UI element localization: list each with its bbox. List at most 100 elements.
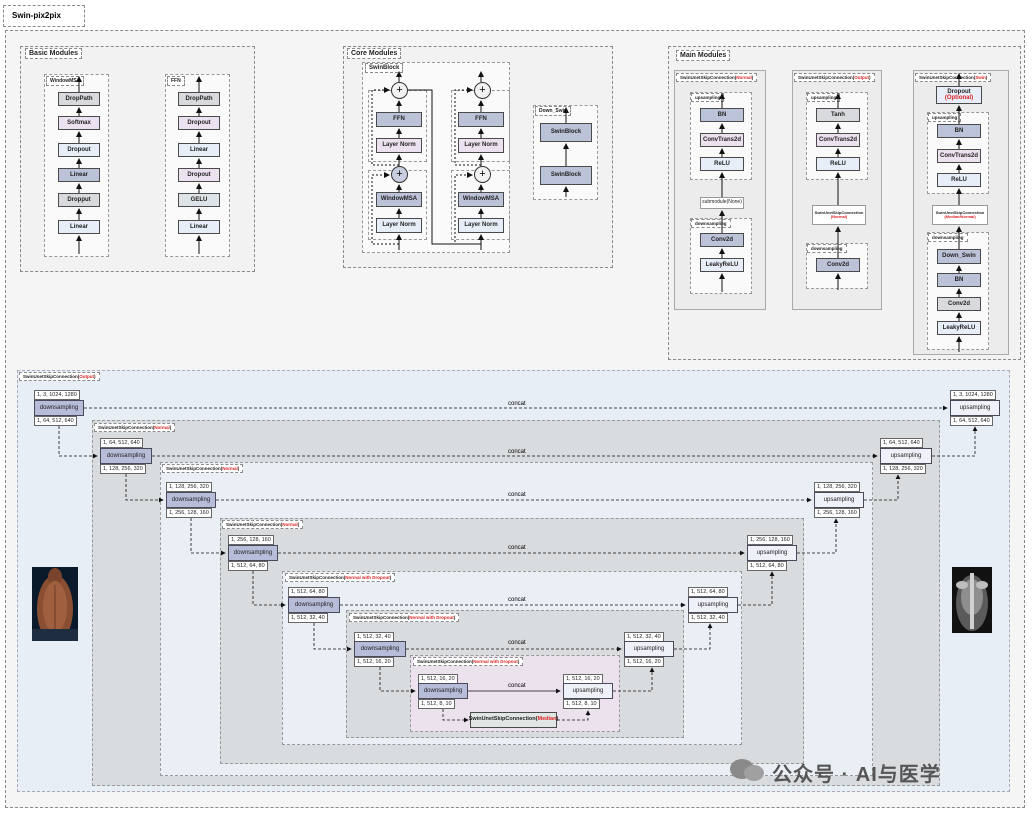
main-normal-conv2d: Conv2d xyxy=(700,233,744,247)
main-swin-down-tag: downsampling xyxy=(928,233,968,242)
downswin-panel xyxy=(533,105,598,200)
l5-downsampling: downsampling xyxy=(354,641,406,657)
watermark-text: 公众号 · AI与医学 xyxy=(772,764,941,786)
swinblock-title: SwinBlock xyxy=(365,63,404,73)
main-normal-relu: ReLU xyxy=(700,157,744,171)
l4-upsampling: upsampling xyxy=(688,597,738,613)
main-normal-submodule: submodule(None) xyxy=(700,197,744,209)
main-normal-down-panel xyxy=(690,218,752,294)
watermark-logo-icon xyxy=(728,757,766,783)
l2-upsampling: upsampling xyxy=(814,492,864,508)
downswin-swinblock-bottom: SwinBlock xyxy=(540,166,592,185)
swinblock-left-windowmsa: WindowMSA xyxy=(376,192,422,207)
ffn-gelu: GELU xyxy=(178,193,220,207)
l6-up-out-shape: 1, 512, 8, 10 xyxy=(563,699,600,709)
ffn-dropout-bottom: Dropout xyxy=(178,168,220,182)
ffn-linear-bottom: Linear xyxy=(178,220,220,234)
l6-upsampling: upsampling xyxy=(563,683,613,699)
main-output-up-tag: upsampling xyxy=(807,93,841,102)
main-swin-down-swin: Down_Swin xyxy=(937,249,981,264)
l2-in-shape: 1, 128, 256, 320 xyxy=(166,482,212,492)
output-xray xyxy=(956,573,988,631)
main-output-sub: SwinUnetSkipConnection (Normal) xyxy=(812,205,866,225)
main-swin-bn-down: BN xyxy=(937,273,981,287)
concat-label-1: concat xyxy=(508,449,526,455)
l5-upsampling: upsampling xyxy=(624,641,674,657)
ffn-title: FFN xyxy=(167,76,185,86)
windowmsa-softmax: Softmax xyxy=(58,116,100,130)
l2-up-in-shape: 1, 128, 256, 320 xyxy=(814,482,860,492)
l5-up-out-shape: 1, 512, 16, 20 xyxy=(624,657,664,667)
bottom-level-5-title: SwinUnetSkipConnection(Normal with Dropo… xyxy=(349,613,460,622)
windowmsa-droppath: DropPath xyxy=(58,92,100,106)
l0-in-shape: 1, 3, 1024, 1280 xyxy=(34,390,80,400)
l2-downsampling: downsampling xyxy=(166,492,216,508)
bottom-level-4-title: SwinUnetSkipConnection(Normal with Dropo… xyxy=(285,573,396,582)
main-modules-title: Main Modules xyxy=(676,50,731,61)
main-output-tanh: Tanh xyxy=(816,108,860,122)
windowmsa-dropout: Dropout xyxy=(58,143,100,157)
l3-upsampling: upsampling xyxy=(747,545,797,561)
l2-up-out-shape: 1, 256, 128, 160 xyxy=(814,508,860,518)
bottom-level-3-title: SwinUnetSkipConnection(Normal) xyxy=(222,520,304,529)
main-normal-title: SwinUnetSkipConnection(Normal) xyxy=(676,73,758,82)
downswin-swinblock-top: SwinBlock xyxy=(540,123,592,142)
swinblock-right-plus-bottom: + xyxy=(474,166,491,183)
l4-in-shape: 1, 512, 64, 80 xyxy=(288,587,328,597)
l6-out-shape: 1, 512, 8, 10 xyxy=(418,699,455,709)
swinblock-left-layernorm-top: Layer Norm xyxy=(376,138,422,153)
bottom-level-2-title: SwinUnetSkipConnection(Normal) xyxy=(162,464,244,473)
main-output-conv2d: Conv2d xyxy=(816,258,860,272)
swinblock-right-ffn: FFN xyxy=(458,112,504,127)
l1-up-out-shape: 1, 128, 256, 320 xyxy=(880,464,926,474)
concat-label-3: concat xyxy=(508,545,526,551)
l5-out-shape: 1, 512, 16, 20 xyxy=(354,657,394,667)
l4-up-in-shape: 1, 512, 64, 80 xyxy=(688,587,728,597)
ffn-linear-top: Linear xyxy=(178,143,220,157)
ffn-droppath: DropPath xyxy=(178,92,220,106)
main-swin-leakyrelu: LeakyReLU xyxy=(937,321,981,335)
l3-up-out-shape: 1, 512, 64, 80 xyxy=(747,561,787,571)
l0-up-out-shape: 1, 64, 512, 640 xyxy=(950,416,993,426)
l1-up-in-shape: 1, 64, 512, 640 xyxy=(880,438,923,448)
l0-up-in-shape: 1, 3, 1024, 1280 xyxy=(950,390,996,400)
main-output-down-tag: downsampling xyxy=(807,244,847,253)
swinblock-left-plus-top: + xyxy=(391,82,408,99)
main-swin-title: SwinUnetSkipConnection(Swin) xyxy=(915,73,992,82)
l4-downsampling: downsampling xyxy=(288,597,340,613)
swinblock-right-layernorm-top: Layer Norm xyxy=(458,138,504,153)
swinblock-left-ffn: FFN xyxy=(376,112,422,127)
main-output-convtrans: ConvTrans2d xyxy=(816,133,860,147)
windowmsa-title: WindowMSA xyxy=(46,76,85,86)
windowmsa-linear-top: Linear xyxy=(58,168,100,182)
l4-out-shape: 1, 512, 32, 40 xyxy=(288,613,328,623)
l4-up-out-shape: 1, 512, 32, 40 xyxy=(688,613,728,623)
concat-label-2: concat xyxy=(508,492,526,498)
main-swin-dropout: Dropout (Optional) xyxy=(936,86,982,104)
page-title: Swin-pix2pix xyxy=(12,11,61,20)
swinblock-right-windowmsa: WindowMSA xyxy=(458,192,504,207)
concat-label-0: concat xyxy=(508,401,526,407)
main-normal-down-tag: downsampling xyxy=(691,219,731,228)
bottom-level-0-title: SwinUnetSkipConnection(Output) xyxy=(19,372,100,381)
main-normal-up-tag: upsampling xyxy=(691,93,725,102)
l1-downsampling: downsampling xyxy=(100,448,152,464)
l3-up-in-shape: 1, 256, 128, 160 xyxy=(747,535,793,545)
l0-downsampling: downsampling xyxy=(34,400,84,416)
median-block: SwinUnetSkipConnection(Median) xyxy=(469,712,558,728)
l1-in-shape: 1, 64, 512, 640 xyxy=(100,438,143,448)
l0-out-shape: 1, 64, 512, 640 xyxy=(34,416,77,426)
main-swin-convtrans: ConvTrans2d xyxy=(937,149,981,163)
ffn-dropout-top: Dropout xyxy=(178,116,220,130)
swinblock-right-layernorm-bottom: Layer Norm xyxy=(458,218,504,233)
input-back-photo xyxy=(32,568,78,641)
l0-upsampling: upsampling xyxy=(950,400,1000,416)
input-image xyxy=(32,567,78,641)
downswin-title: Down_Swin xyxy=(535,106,572,116)
main-output-relu: ReLU xyxy=(816,157,860,171)
main-swin-bn-up: BN xyxy=(937,124,981,138)
output-image xyxy=(952,567,992,633)
windowmsa-linear-bottom: Linear xyxy=(58,220,100,234)
main-normal-convtrans: ConvTrans2d xyxy=(700,133,744,147)
main-modules-title-text: Main Modules xyxy=(680,52,727,59)
